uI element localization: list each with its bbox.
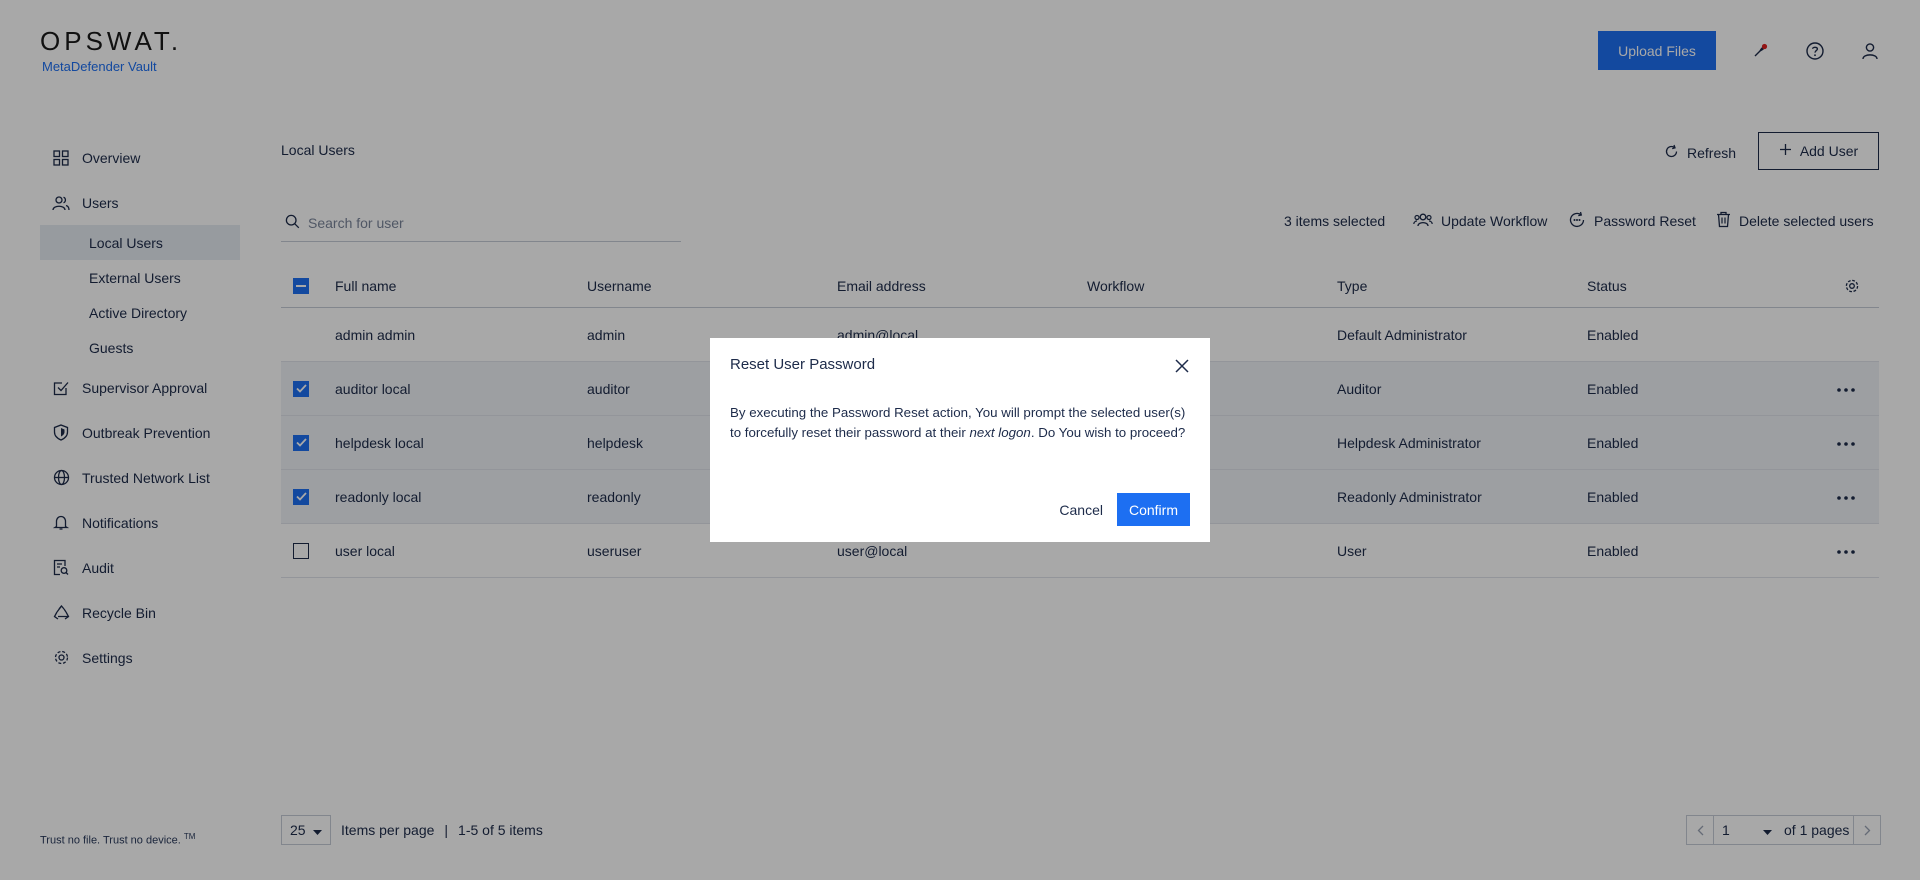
dialog-actions: Cancel Confirm [1059, 493, 1190, 526]
dialog-message-part2: . Do You wish to proceed? [1030, 425, 1186, 440]
reset-password-dialog: Reset User Password By executing the Pas… [710, 338, 1210, 542]
dialog-message-emphasis: next logon [969, 425, 1031, 440]
dialog-title: Reset User Password [730, 356, 876, 373]
close-icon[interactable] [1172, 356, 1192, 376]
cancel-button[interactable]: Cancel [1059, 502, 1103, 518]
confirm-button[interactable]: Confirm [1117, 493, 1190, 526]
dialog-message: By executing the Password Reset action, … [730, 403, 1200, 443]
